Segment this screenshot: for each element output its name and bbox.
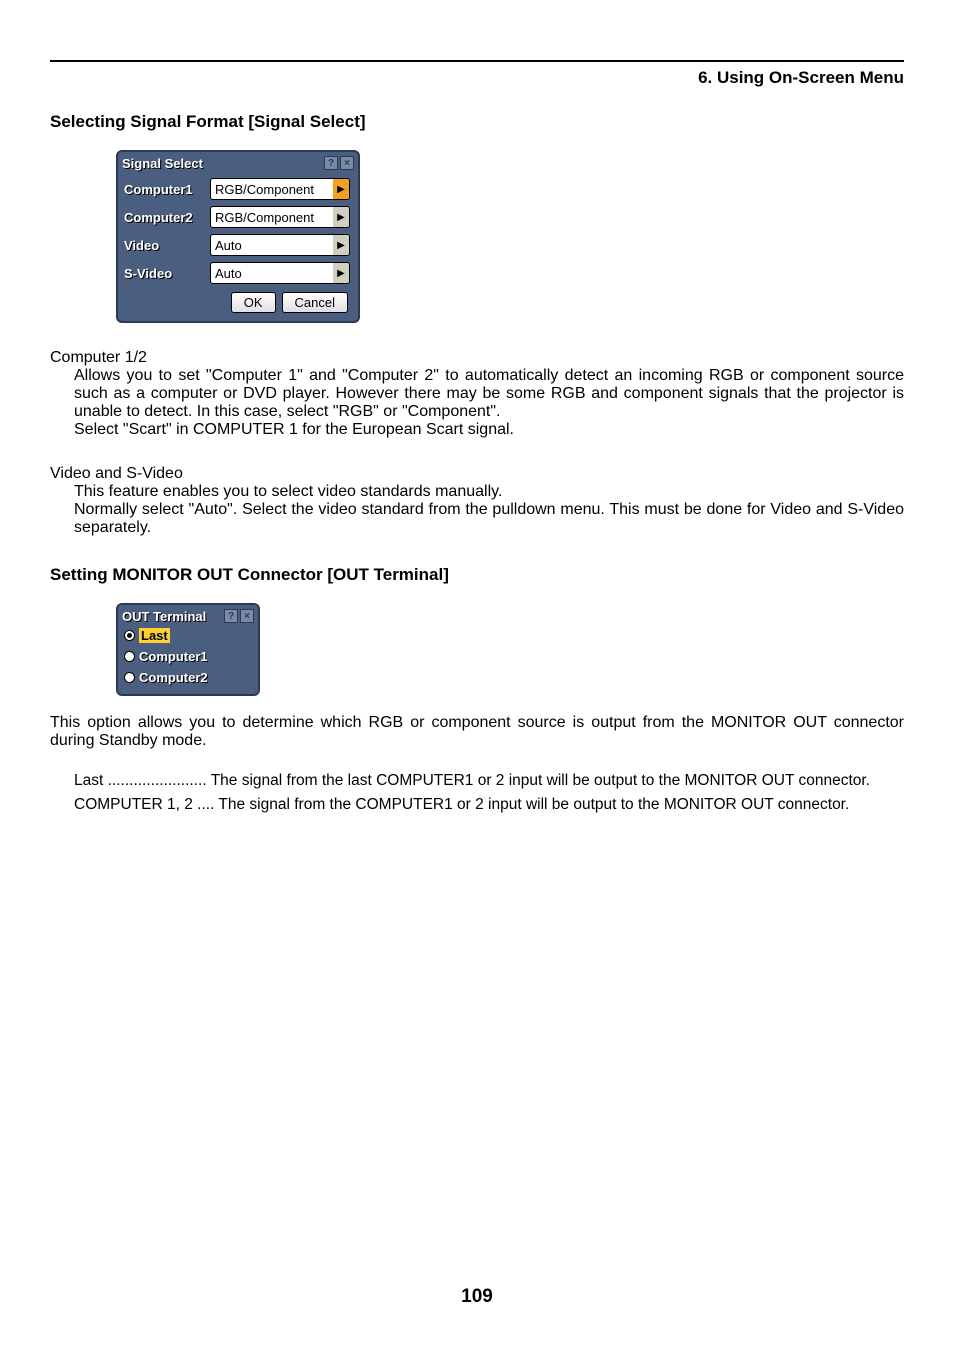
- section-title-signal-select: Selecting Signal Format [Signal Select]: [50, 112, 904, 132]
- radio-option-computer1[interactable]: Computer1: [120, 646, 256, 667]
- row-label: Computer1: [124, 182, 210, 197]
- dropdown-computer1[interactable]: RGB/Component ▶: [210, 178, 350, 200]
- cancel-button[interactable]: Cancel: [282, 292, 348, 313]
- desc-video2: Normally select "Auto". Select the video…: [50, 501, 904, 537]
- chapter-heading: 6. Using On-Screen Menu: [50, 68, 904, 88]
- out-terminal-dialog: OUT Terminal ? × Last Computer1 Computer…: [116, 603, 260, 696]
- chevron-right-icon: ▶: [333, 207, 349, 227]
- radio-label: Last: [139, 628, 170, 643]
- desc-video1: This feature enables you to select video…: [50, 483, 904, 501]
- def-last: Last ....................... The signal …: [74, 772, 904, 790]
- chevron-right-icon: ▶: [333, 179, 349, 199]
- close-icon[interactable]: ×: [340, 156, 354, 170]
- section-title-out-terminal: Setting MONITOR OUT Connector [OUT Termi…: [50, 565, 904, 585]
- radio-option-last[interactable]: Last: [120, 625, 256, 646]
- row-label: Computer2: [124, 210, 210, 225]
- signal-row-video: Video Auto ▶: [124, 234, 352, 256]
- dropdown-computer2[interactable]: RGB/Component ▶: [210, 206, 350, 228]
- radio-label: Computer2: [139, 670, 208, 685]
- desc-computer2: Select "Scart" in COMPUTER 1 for the Eur…: [50, 421, 904, 439]
- dialog-title: Signal Select: [122, 156, 322, 171]
- radio-icon: [124, 651, 135, 662]
- ok-button[interactable]: OK: [231, 292, 276, 313]
- radio-icon: [124, 672, 135, 683]
- dialog-title: OUT Terminal: [122, 609, 222, 624]
- def-term: COMPUTER 1, 2 ....: [74, 796, 218, 813]
- signal-row-computer2: Computer2 RGB/Component ▶: [124, 206, 352, 228]
- page-number: 109: [0, 1286, 954, 1308]
- dropdown-value: Auto: [211, 266, 333, 281]
- dropdown-value: RGB/Component: [211, 182, 333, 197]
- def-body: The signal from the COMPUTER1 or 2 input…: [218, 796, 849, 813]
- desc-out-terminal: This option allows you to determine whic…: [50, 714, 904, 750]
- def-computer12: COMPUTER 1, 2 .... The signal from the C…: [74, 796, 904, 814]
- dialog-titlebar: OUT Terminal ? ×: [120, 607, 256, 625]
- dropdown-value: RGB/Component: [211, 210, 333, 225]
- radio-icon: [124, 630, 135, 641]
- dropdown-svideo[interactable]: Auto ▶: [210, 262, 350, 284]
- help-icon[interactable]: ?: [224, 609, 238, 623]
- signal-row-svideo: S-Video Auto ▶: [124, 262, 352, 284]
- def-body: The signal from the last COMPUTER1 or 2 …: [211, 772, 870, 789]
- dialog-titlebar: Signal Select ? ×: [120, 154, 356, 172]
- signal-row-computer1: Computer1 RGB/Component ▶: [124, 178, 352, 200]
- definition-list: Last ....................... The signal …: [50, 772, 904, 814]
- desc-computer: Allows you to set "Computer 1" and "Comp…: [50, 367, 904, 421]
- signal-select-dialog: Signal Select ? × Computer1 RGB/Componen…: [116, 150, 360, 323]
- term-video: Video and S-Video: [50, 465, 904, 483]
- row-label: S-Video: [124, 266, 210, 281]
- chevron-right-icon: ▶: [333, 263, 349, 283]
- help-icon[interactable]: ?: [324, 156, 338, 170]
- row-label: Video: [124, 238, 210, 253]
- dropdown-video[interactable]: Auto ▶: [210, 234, 350, 256]
- close-icon[interactable]: ×: [240, 609, 254, 623]
- def-term: Last .......................: [74, 772, 211, 789]
- chevron-right-icon: ▶: [333, 235, 349, 255]
- term-computer: Computer 1/2: [50, 349, 904, 367]
- radio-label: Computer1: [139, 649, 208, 664]
- dropdown-value: Auto: [211, 238, 333, 253]
- radio-option-computer2[interactable]: Computer2: [120, 667, 256, 688]
